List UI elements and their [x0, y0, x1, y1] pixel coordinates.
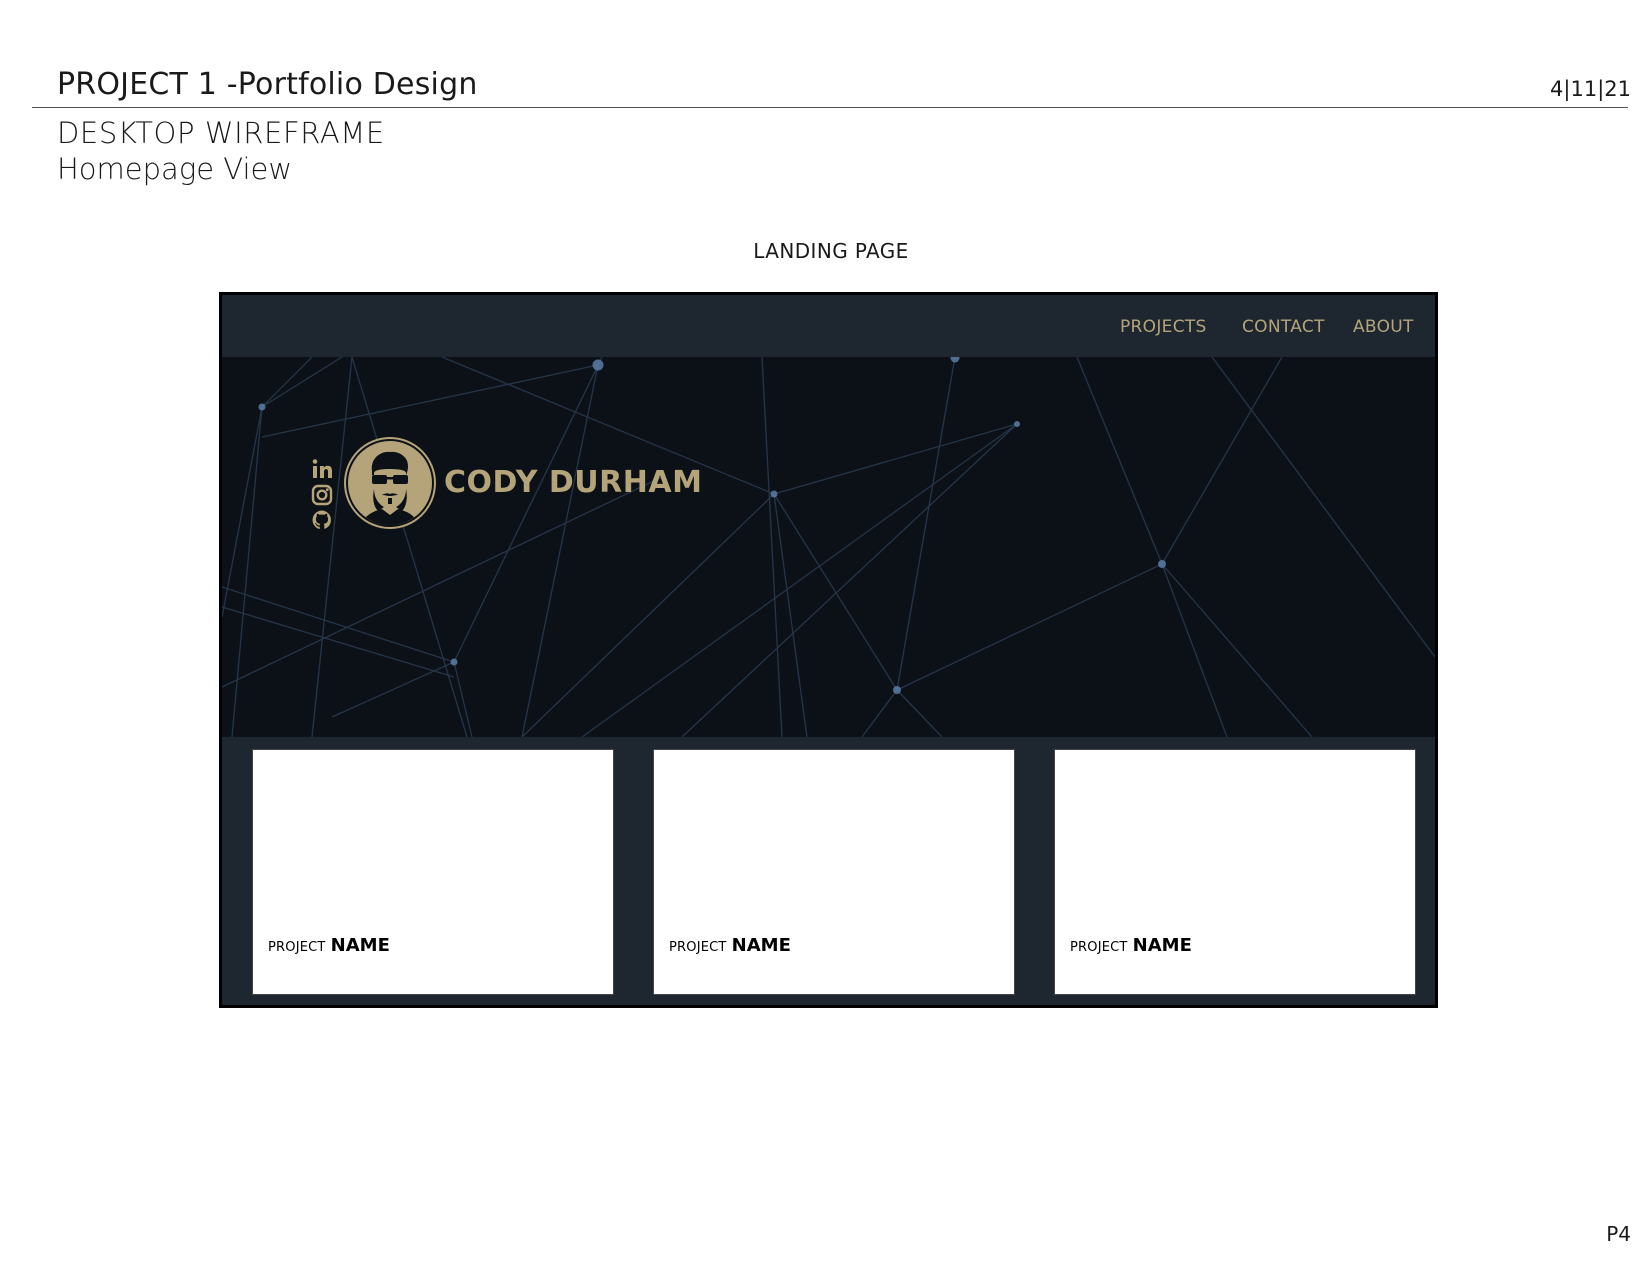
project-card-2[interactable]: PROJECT NAME	[653, 749, 1015, 995]
project-card-3[interactable]: PROJECT NAME	[1054, 749, 1416, 995]
document-view-title: Homepage View	[57, 152, 293, 186]
document-title: PROJECT 1 -Portfolio Design	[57, 67, 478, 102]
wireframe-mockup: PROJECTS CONTACT ABOUT CODY DURHAM PROJE…	[219, 292, 1438, 1008]
nav-link-projects[interactable]: PROJECTS	[1120, 317, 1207, 337]
avatar	[346, 439, 434, 527]
document-date: 4|11|21	[1550, 77, 1631, 101]
github-icon[interactable]	[310, 508, 334, 532]
network-background	[222, 357, 1435, 737]
document-subtitle: DESKTOP WIREFRAME	[57, 116, 385, 150]
project-card-1[interactable]: PROJECT NAME	[252, 749, 614, 995]
header-divider	[32, 107, 1628, 108]
project-card-prefix: PROJECT	[669, 940, 727, 955]
project-cards-section: PROJECT NAME PROJECT NAME PROJECT NAME	[222, 737, 1435, 1005]
project-card-name: NAME	[731, 935, 791, 956]
section-label: LANDING PAGE	[753, 239, 909, 263]
project-card-prefix: PROJECT	[268, 940, 326, 955]
linkedin-icon[interactable]	[310, 457, 334, 481]
nav-link-about[interactable]: ABOUT	[1353, 317, 1414, 337]
hero-banner: CODY DURHAM	[222, 357, 1435, 737]
project-card-name: NAME	[1132, 935, 1192, 956]
instagram-icon[interactable]	[310, 483, 334, 507]
nav-link-contact[interactable]: CONTACT	[1242, 317, 1325, 337]
project-card-prefix: PROJECT	[1070, 940, 1128, 955]
hero-name: CODY DURHAM	[444, 465, 703, 500]
page-number: P4	[1606, 1222, 1631, 1246]
project-card-label: PROJECT NAME	[268, 935, 390, 956]
profile-portrait-icon	[362, 451, 418, 525]
project-card-label: PROJECT NAME	[1070, 935, 1192, 956]
project-card-name: NAME	[330, 935, 390, 956]
mock-navbar: PROJECTS CONTACT ABOUT	[222, 295, 1435, 357]
project-card-label: PROJECT NAME	[669, 935, 791, 956]
